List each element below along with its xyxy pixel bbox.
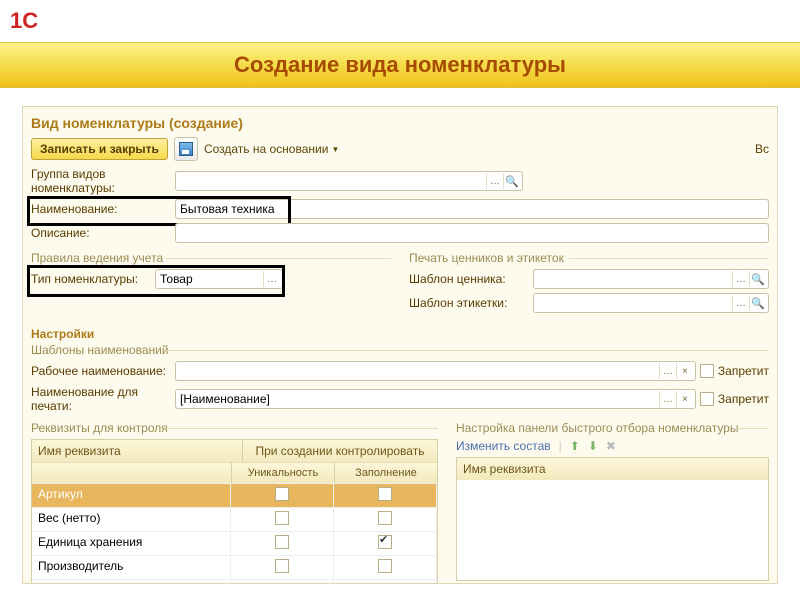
desc-input[interactable] [175,223,769,243]
change-composition-link[interactable]: Изменить состав [456,439,551,453]
rules-section-title: Правила ведения учета [31,251,391,265]
logo: 1С [10,8,38,34]
req-name: Артикул [32,484,231,507]
work-name-label: Рабочее наименование: [31,364,171,378]
type-label: Тип номенклатуры: [31,272,151,286]
fill-checkbox[interactable] [378,511,392,525]
req-name: Производитель [32,556,231,579]
table-row[interactable]: Артикул [32,483,437,507]
unique-checkbox[interactable] [275,487,289,501]
quick-filter-table: Имя реквизита [456,457,769,581]
col-unique: Уникальность [232,463,335,483]
fill-checkbox[interactable] [378,559,392,573]
unique-checkbox[interactable] [275,535,289,549]
forbid-print-checkbox[interactable] [700,392,714,406]
search-icon[interactable]: 🔍 [749,295,766,311]
req-name: Складская группа [32,580,231,584]
group-label: Группа видов номенклатуры: [31,167,171,195]
label-tpl-input[interactable]: … 🔍 [533,293,769,313]
table-row[interactable]: Единица хранения [32,531,437,555]
unique-checkbox[interactable] [275,583,289,584]
work-name-input[interactable]: … × [175,361,696,381]
ellipsis-icon[interactable]: … [732,271,749,287]
req-name: Единица хранения [32,532,231,555]
qf-col-name: Имя реквизита [457,458,768,480]
move-up-icon[interactable]: ⬆ [570,439,580,453]
title-band: Создание вида номенклатуры [0,42,800,88]
table-row[interactable]: Производитель [32,555,437,579]
top-bar: 1С [0,0,800,42]
save-and-close-button[interactable]: Записать и закрыть [31,138,168,160]
name-input[interactable]: Бытовая техника [175,199,769,219]
price-tag-label: Шаблон ценника: [409,272,529,286]
desc-label: Описание: [31,226,171,240]
col-fill: Заполнение [335,463,437,483]
delete-icon[interactable]: ✖ [606,439,616,453]
window-title: Вид номенклатуры (создание) [31,115,769,131]
chevron-down-icon: ▼ [331,145,339,154]
print-name-input[interactable]: [Наименование] … × [175,389,696,409]
ellipsis-icon[interactable]: … [659,363,676,379]
ellipsis-icon[interactable]: … [659,391,676,407]
unique-checkbox[interactable] [275,511,289,525]
ellipsis-icon[interactable]: … [263,271,280,287]
type-input[interactable]: Товар … [155,269,283,289]
price-tag-input[interactable]: … 🔍 [533,269,769,289]
clear-icon[interactable]: × [676,391,693,407]
settings-heading: Настройки [31,327,769,341]
app-window: Вид номенклатуры (создание) Записать и з… [22,106,778,584]
requisites-title: Реквизиты для контроля [31,421,438,435]
fill-checkbox[interactable] [378,583,392,584]
fill-checkbox[interactable] [378,535,392,549]
col-group: При создании контролировать [243,440,437,462]
unique-checkbox[interactable] [275,559,289,573]
search-icon[interactable]: 🔍 [749,271,766,287]
table-row[interactable]: Вес (нетто) [32,507,437,531]
print-section-title: Печать ценников и этикеток [409,251,769,265]
all-actions-link[interactable]: Вс [755,142,769,156]
group-input[interactable]: … 🔍 [175,171,523,191]
disk-icon [179,142,193,156]
search-icon[interactable]: 🔍 [503,173,520,189]
name-templates-title: Шаблоны наименований [31,343,769,357]
toolbar: Записать и закрыть Создать на основании … [31,137,769,161]
table-row[interactable]: Складская группа [32,579,437,584]
save-button[interactable] [174,137,198,161]
forbid-work-checkbox[interactable] [700,364,714,378]
req-name: Вес (нетто) [32,508,231,531]
create-based-on-dropdown[interactable]: Создать на основании ▼ [204,142,339,156]
fill-checkbox[interactable] [378,487,392,501]
label-tpl-label: Шаблон этикетки: [409,296,529,310]
quick-filter-title: Настройка панели быстрого отбора номенкл… [456,421,769,435]
print-name-label: Наименование для печати: [31,385,171,413]
move-down-icon[interactable]: ⬇ [588,439,598,453]
clear-icon[interactable]: × [676,363,693,379]
requisites-table: Имя реквизита При создании контролироват… [31,439,438,584]
ellipsis-icon[interactable]: … [486,173,503,189]
col-name: Имя реквизита [32,440,243,462]
name-label: Наименование: [31,202,171,216]
ellipsis-icon[interactable]: … [732,295,749,311]
page-title: Создание вида номенклатуры [234,52,566,78]
